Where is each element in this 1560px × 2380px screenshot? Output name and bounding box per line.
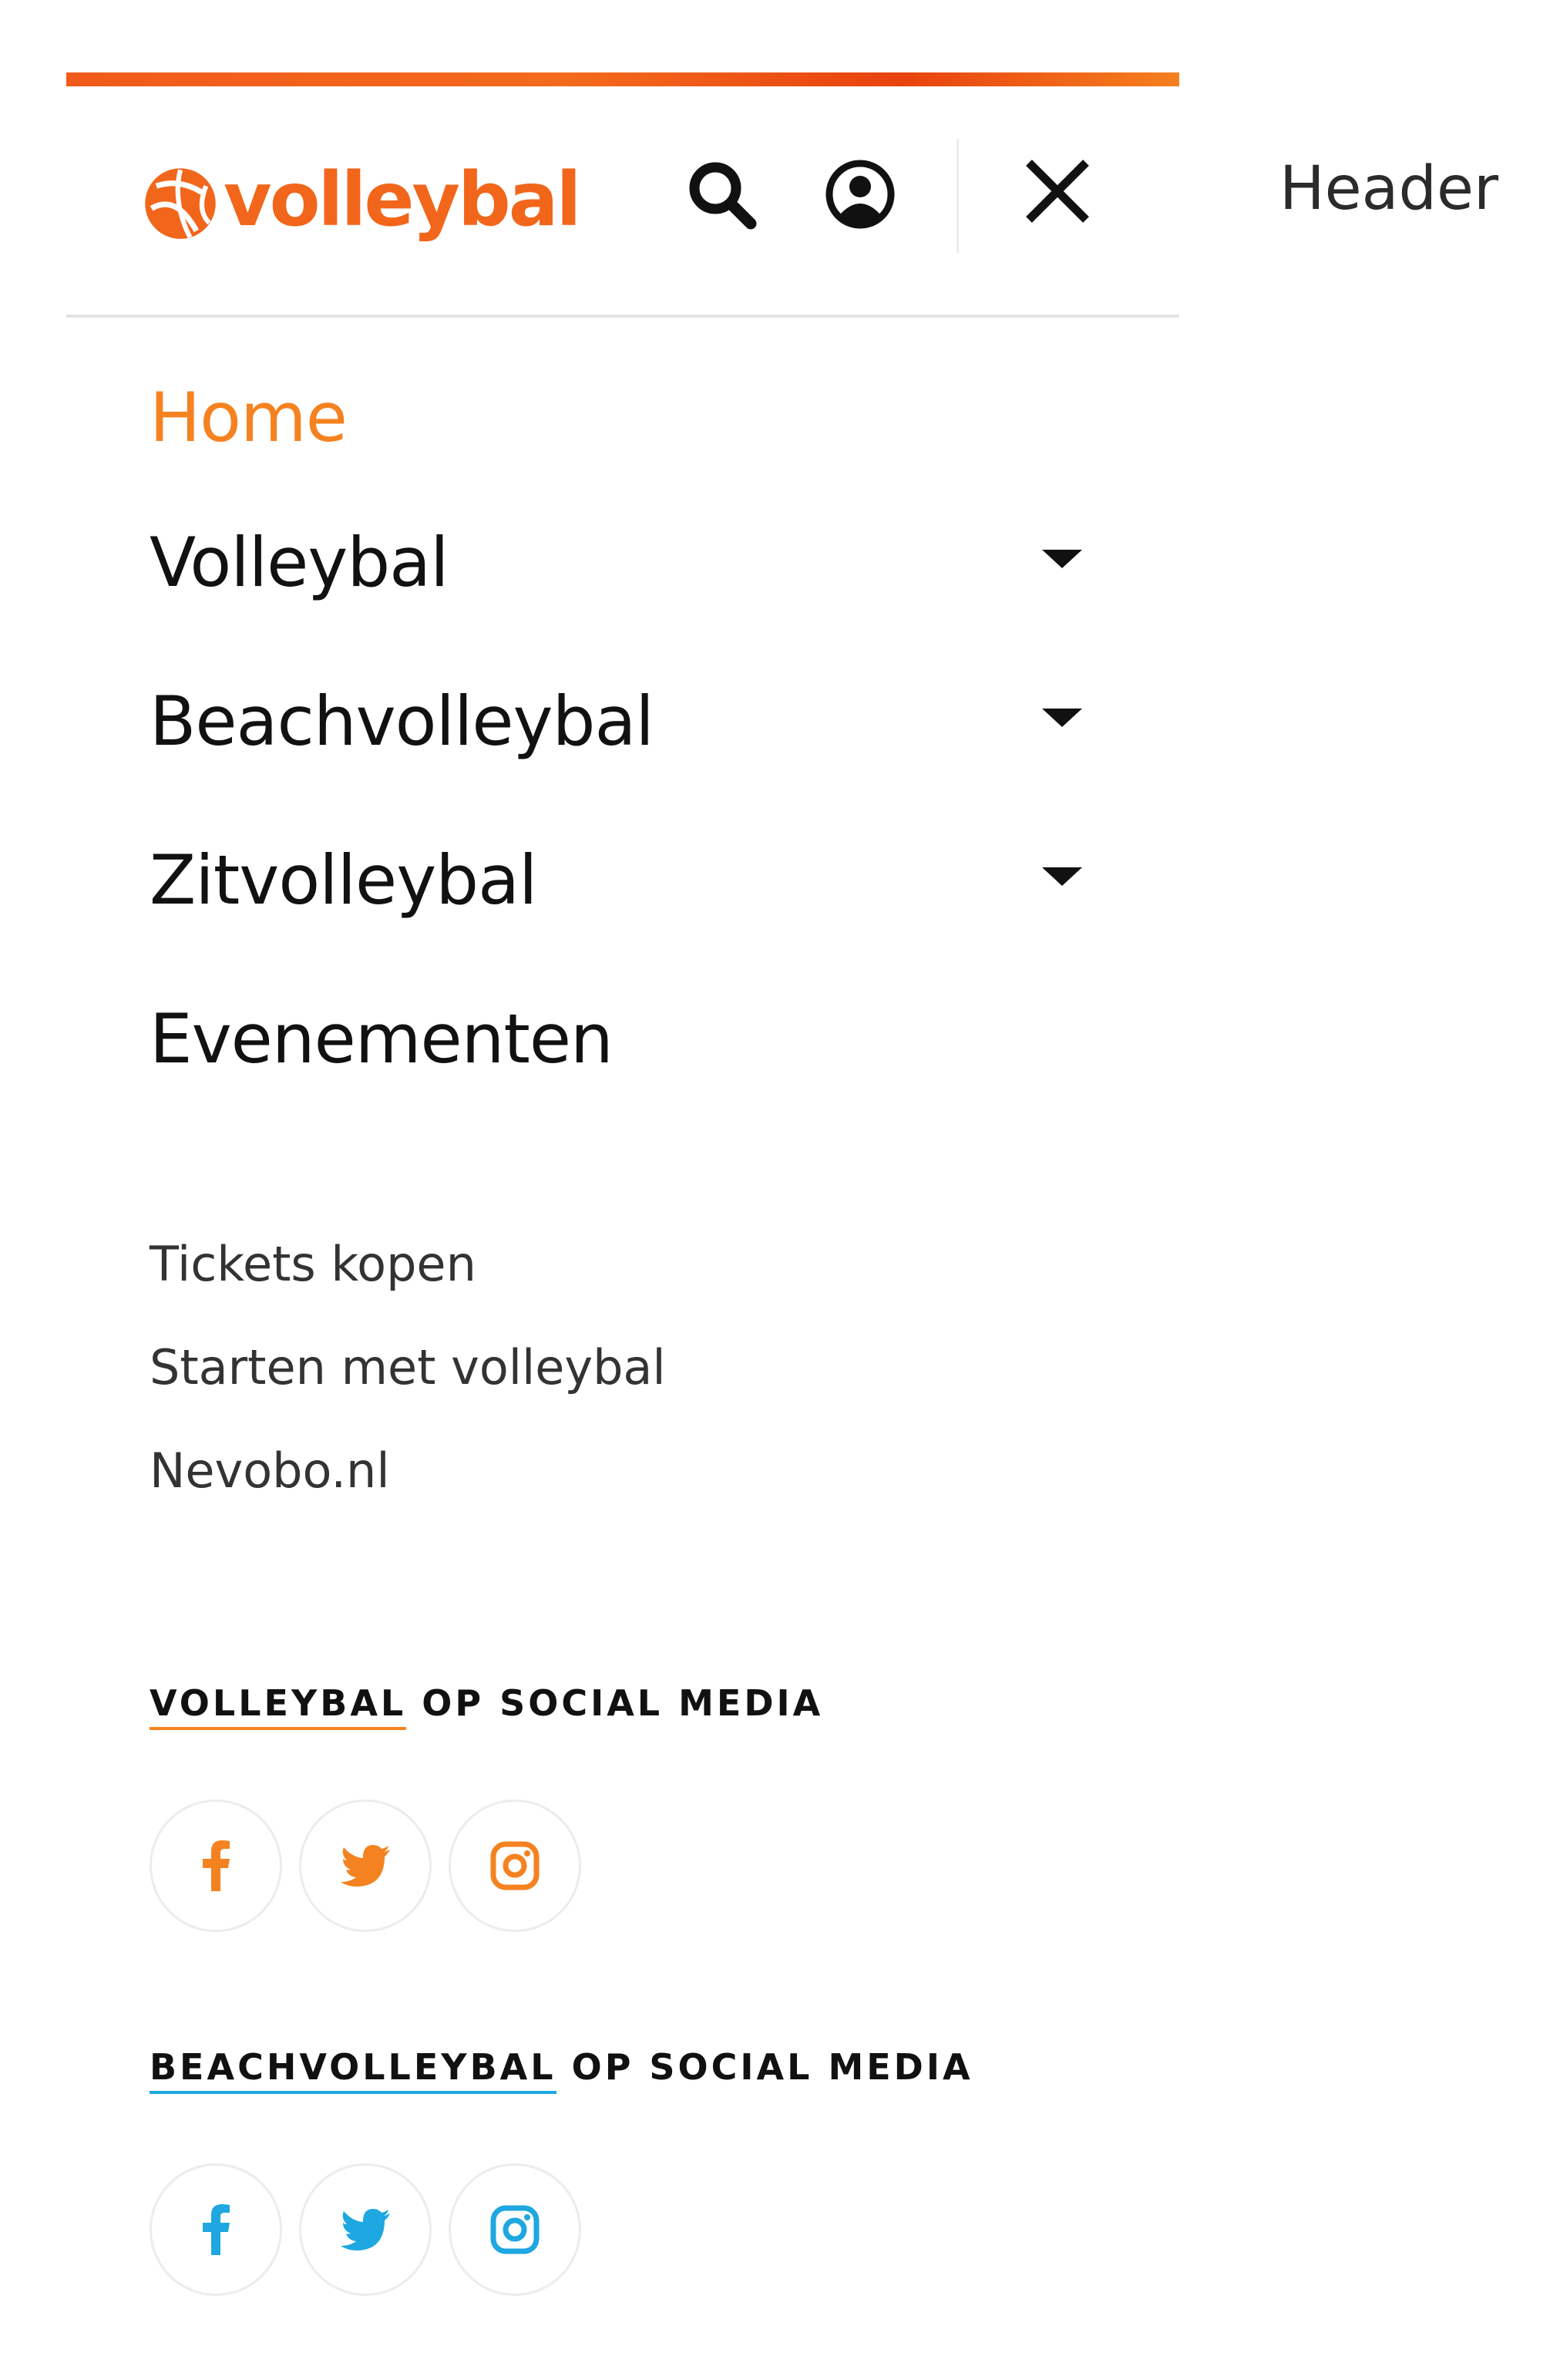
social-heading: VOLLEYBAL OP SOCIAL MEDIA <box>150 1681 823 1742</box>
twitter-button[interactable] <box>299 2163 432 2296</box>
nav-item-volleybal[interactable]: Volleybal <box>150 483 1098 641</box>
facebook-icon <box>203 2204 230 2255</box>
nav-item-label: Evenementen <box>150 998 614 1079</box>
social-heading-brand: VOLLEYBAL <box>150 1682 407 1730</box>
caret-down-icon[interactable] <box>1042 867 1082 886</box>
volleybal-logo[interactable]: volleybal <box>140 148 581 256</box>
search-icon <box>689 162 757 230</box>
main-nav: Home Volleybal Beachvolleybal Zitvolleyb… <box>150 378 1098 1118</box>
twitter-icon <box>341 1845 390 1887</box>
close-icon <box>1026 160 1089 223</box>
instagram-icon <box>490 1841 540 1890</box>
header-divider <box>957 139 959 253</box>
social-icons <box>150 1799 823 1932</box>
instagram-button[interactable] <box>449 1799 581 1932</box>
nav-item-label: Zitvolleybal <box>150 840 538 920</box>
search-button[interactable] <box>675 148 768 241</box>
facebook-button[interactable] <box>150 1799 282 1932</box>
annotation-label: Header <box>1279 154 1499 224</box>
nav-item-zitvolleybal[interactable]: Zitvolleybal <box>150 800 1098 959</box>
top-accent-bar <box>66 72 1179 86</box>
social-heading: BEACHVOLLEYBAL OP SOCIAL MEDIA <box>150 2045 973 2106</box>
nav-item-label: Beachvolleybal <box>150 681 654 761</box>
social-icons <box>150 2163 973 2296</box>
instagram-icon <box>490 2205 540 2254</box>
nav-item-evenementen[interactable]: Evenementen <box>150 959 1098 1118</box>
twitter-button[interactable] <box>299 1799 432 1932</box>
link-nevobo[interactable]: Nevobo.nl <box>150 1437 666 1540</box>
facebook-icon <box>203 1840 230 1891</box>
volleyball-icon <box>145 168 216 239</box>
user-circle-icon <box>825 160 895 229</box>
social-heading-rest: OP SOCIAL MEDIA <box>556 2046 973 2088</box>
close-menu-button[interactable] <box>1011 145 1104 237</box>
nav-item-home[interactable]: Home <box>150 378 1098 483</box>
logo-text: volleybal <box>224 157 581 243</box>
volleybal-social-section: VOLLEYBAL OP SOCIAL MEDIA <box>150 1681 823 1932</box>
facebook-button[interactable] <box>150 2163 282 2296</box>
caret-down-icon[interactable] <box>1042 550 1082 568</box>
nav-item-beachvolleybal[interactable]: Beachvolleybal <box>150 641 1098 800</box>
twitter-icon <box>341 2209 390 2250</box>
account-button[interactable] <box>814 148 906 241</box>
link-starten-met-volleybal[interactable]: Starten met volleybal <box>150 1334 666 1437</box>
menu-header: volleybal <box>66 86 1179 318</box>
secondary-links: Tickets kopen Starten met volleybal Nevo… <box>150 1230 666 1540</box>
social-heading-brand: BEACHVOLLEYBAL <box>150 2046 556 2094</box>
beachvolleybal-social-section: BEACHVOLLEYBAL OP SOCIAL MEDIA <box>150 2045 973 2296</box>
nav-item-label: Home <box>150 378 348 457</box>
social-heading-rest: OP SOCIAL MEDIA <box>406 1682 824 1724</box>
link-tickets-kopen[interactable]: Tickets kopen <box>150 1230 666 1334</box>
instagram-button[interactable] <box>449 2163 581 2296</box>
nav-item-label: Volleybal <box>150 522 449 602</box>
caret-down-icon[interactable] <box>1042 709 1082 727</box>
